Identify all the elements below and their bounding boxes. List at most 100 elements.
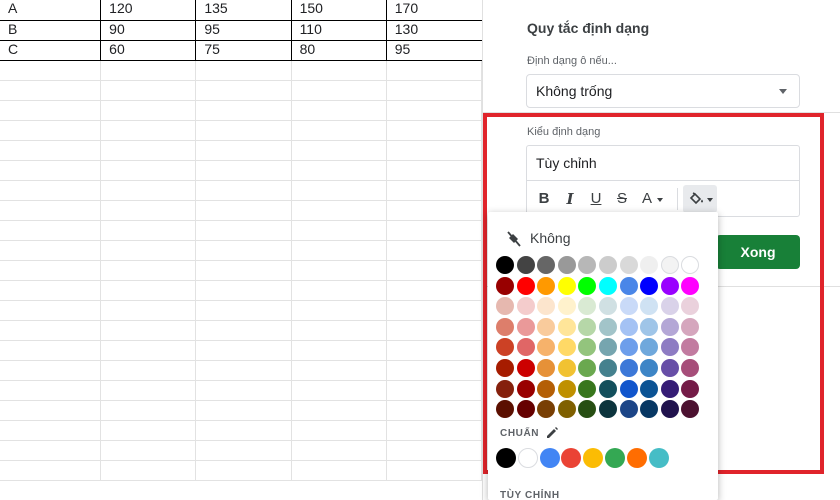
table-cell[interactable] (100, 460, 197, 481)
color-swatch[interactable] (578, 358, 597, 377)
table-cell[interactable] (291, 360, 387, 381)
table-cell[interactable] (195, 380, 292, 401)
table-cell[interactable] (291, 340, 387, 361)
table-cell[interactable] (195, 60, 292, 81)
table-cell[interactable] (100, 260, 197, 281)
color-swatch[interactable] (516, 338, 535, 357)
table-cell[interactable] (291, 80, 387, 101)
fill-color-button[interactable] (683, 185, 717, 213)
table-cell[interactable] (0, 260, 102, 281)
table-cell[interactable] (291, 240, 387, 261)
table-cell[interactable] (386, 120, 482, 141)
spreadsheet-grid[interactable]: A 120 135 150 170 B 90 95 110 130 C 60 75 80 95 (0, 0, 482, 500)
table-cell[interactable] (195, 220, 292, 241)
table-row[interactable] (0, 460, 482, 481)
color-swatch[interactable] (537, 317, 556, 336)
color-swatch[interactable] (578, 317, 597, 336)
color-swatch[interactable] (557, 379, 576, 398)
table-row[interactable] (0, 260, 482, 281)
table-cell[interactable] (195, 300, 292, 321)
table-row[interactable] (0, 320, 482, 341)
color-swatch[interactable] (660, 297, 679, 316)
table-cell[interactable] (100, 180, 197, 201)
color-swatch[interactable] (496, 358, 514, 377)
table-cell[interactable]: 110 (291, 20, 387, 41)
color-swatch[interactable] (681, 297, 700, 316)
table-cell[interactable]: 95 (195, 20, 292, 41)
table-cell[interactable] (195, 100, 292, 121)
table-row[interactable] (0, 440, 482, 461)
table-cell[interactable] (0, 140, 102, 161)
table-cell[interactable] (100, 320, 197, 341)
table-cell[interactable] (0, 200, 102, 221)
table-cell[interactable] (100, 400, 197, 421)
table-row[interactable] (0, 400, 482, 421)
color-swatch[interactable] (516, 317, 535, 336)
table-cell[interactable] (386, 420, 482, 441)
color-swatch[interactable] (557, 297, 576, 316)
table-cell[interactable] (0, 180, 102, 201)
color-swatch[interactable] (496, 297, 514, 316)
color-swatch[interactable] (619, 338, 638, 357)
color-swatch[interactable] (537, 379, 556, 398)
color-swatch[interactable] (516, 297, 535, 316)
table-cell[interactable] (195, 420, 292, 441)
table-cell[interactable] (100, 160, 197, 181)
color-swatch[interactable] (681, 338, 700, 357)
table-cell[interactable] (0, 340, 102, 361)
color-swatch[interactable] (578, 256, 597, 274)
color-swatch[interactable] (660, 276, 679, 295)
color-swatch[interactable] (496, 379, 514, 398)
color-swatch[interactable] (604, 448, 625, 468)
color-swatch[interactable] (598, 338, 617, 357)
table-cell[interactable] (386, 360, 482, 381)
table-cell[interactable] (195, 200, 292, 221)
color-swatch[interactable] (598, 358, 617, 377)
color-swatch[interactable] (660, 379, 679, 398)
table-cell[interactable] (100, 440, 197, 461)
color-swatch[interactable] (660, 256, 679, 274)
color-swatch[interactable] (537, 338, 556, 357)
table-cell[interactable] (100, 100, 197, 121)
color-swatch[interactable] (516, 276, 535, 295)
color-swatch[interactable] (516, 400, 535, 419)
color-swatch[interactable] (598, 297, 617, 316)
text-color-button[interactable]: A (639, 186, 665, 212)
table-cell[interactable] (386, 320, 482, 341)
color-swatch[interactable] (539, 448, 560, 468)
color-swatch[interactable] (516, 379, 535, 398)
table-row[interactable] (0, 300, 482, 321)
table-cell[interactable] (291, 460, 387, 481)
color-swatch[interactable] (619, 379, 638, 398)
color-swatch[interactable] (640, 317, 659, 336)
table-cell[interactable] (386, 220, 482, 241)
table-cell[interactable] (195, 180, 292, 201)
table-cell[interactable] (0, 380, 102, 401)
table-cell[interactable] (100, 240, 197, 261)
color-swatch[interactable] (660, 317, 679, 336)
table-cell[interactable] (291, 160, 387, 181)
color-swatch[interactable] (578, 276, 597, 295)
color-swatch[interactable] (681, 358, 700, 377)
table-cell[interactable] (0, 240, 102, 261)
color-swatch[interactable] (640, 358, 659, 377)
table-cell[interactable] (100, 420, 197, 441)
table-cell[interactable] (195, 320, 292, 341)
table-cell[interactable]: 60 (100, 40, 197, 61)
color-swatch[interactable] (557, 338, 576, 357)
table-cell[interactable] (386, 280, 482, 301)
color-swatch[interactable] (681, 276, 700, 295)
table-cell[interactable] (386, 140, 482, 161)
table-cell[interactable] (195, 280, 292, 301)
table-cell[interactable] (100, 220, 197, 241)
table-cell[interactable] (100, 360, 197, 381)
color-swatch[interactable] (626, 448, 647, 468)
table-cell[interactable] (386, 340, 482, 361)
color-swatch[interactable] (640, 256, 659, 274)
color-swatch[interactable] (557, 358, 576, 377)
table-cell[interactable] (386, 300, 482, 321)
table-cell[interactable] (291, 180, 387, 201)
table-cell[interactable] (100, 140, 197, 161)
color-swatch[interactable] (578, 379, 597, 398)
color-swatch[interactable] (557, 317, 576, 336)
